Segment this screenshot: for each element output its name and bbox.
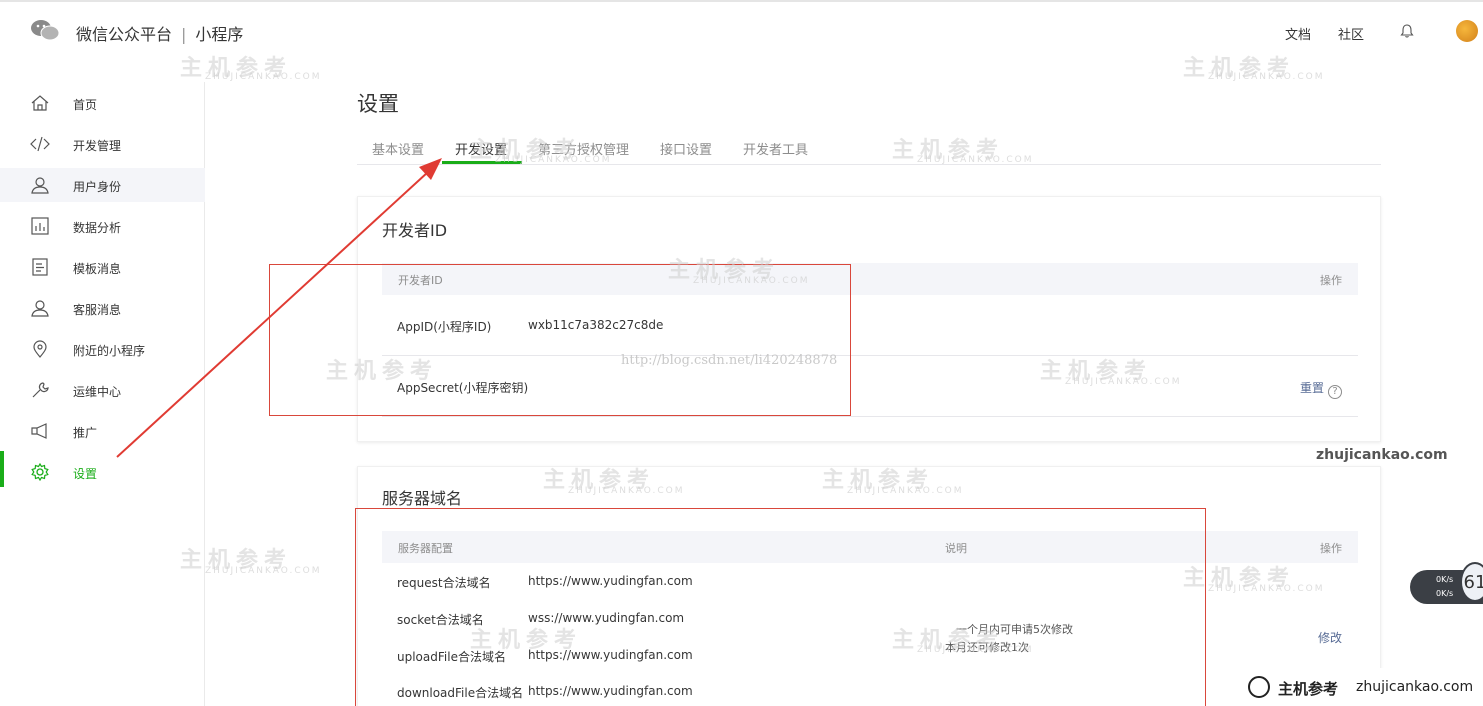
request-domain-label: request合法域名 (397, 576, 491, 590)
socket-domain-label: socket合法域名 (397, 613, 484, 627)
socket-domain-value: wss://www.yudingfan.com (528, 611, 685, 625)
code-icon (30, 136, 50, 152)
server-domain-title: 服务器域名 (382, 489, 463, 508)
sidebar-item-ops-center[interactable]: 运维中心 (0, 373, 205, 407)
sidebar-item-data-analysis[interactable]: 数据分析 (0, 209, 205, 243)
row-divider (382, 355, 1358, 356)
wechat-logo-icon[interactable] (30, 18, 60, 42)
sidebar-item-template-message[interactable]: 模板消息 (0, 250, 205, 284)
appid-value: wxb11c7a382c27c8de (528, 318, 664, 332)
column-header-action: 操作 (1320, 542, 1342, 555)
template-icon (32, 258, 48, 276)
developer-id-table-header: 开发者ID 操作 (382, 263, 1358, 295)
appsecret-label: AppSecret(小程序密钥) (397, 381, 529, 395)
url-watermark: http://blog.csdn.net/li420248878 (621, 353, 838, 368)
request-domain-value: https://www.yudingfan.com (528, 574, 693, 588)
sidebar-item-label: 设置 (73, 467, 98, 481)
settings-tabs: 基本设置 开发设置 第三方授权管理 接口设置 开发者工具 (357, 128, 1381, 165)
megaphone-icon (31, 423, 47, 439)
column-header-action: 操作 (1320, 274, 1342, 287)
help-icon[interactable]: ? (1328, 385, 1343, 399)
community-link[interactable]: 社区 (1338, 24, 1364, 43)
footer-brand: 主机参考 (1278, 680, 1339, 698)
sidebar-item-label: 模板消息 (73, 262, 122, 276)
upload-domain-label: uploadFile合法域名 (397, 650, 506, 664)
sidebar-item-nearby-miniprogram[interactable]: 附近的小程序 (0, 332, 205, 366)
platform-subtitle: 小程序 (195, 25, 244, 44)
sidebar-item-customer-service[interactable]: 客服消息 (0, 291, 205, 325)
sidebar-item-settings[interactable]: 设置 (0, 455, 205, 489)
sidebar-item-label: 开发管理 (73, 139, 122, 153)
bell-icon[interactable] (1400, 24, 1414, 38)
column-header-description: 说明 (945, 542, 967, 555)
speed-badge: 61 (1460, 562, 1483, 602)
brand-circle-icon (1248, 676, 1270, 698)
sidebar-item-promotion[interactable]: 推广 (0, 414, 205, 448)
tab-developer-tools[interactable]: 开发者工具 (743, 139, 808, 158)
sidebar-item-label: 附近的小程序 (73, 344, 146, 358)
gear-icon (31, 463, 49, 481)
tab-api-settings[interactable]: 接口设置 (660, 139, 712, 158)
page-title: 设置 (357, 92, 399, 116)
column-header-developer-id: 开发者ID (398, 274, 443, 287)
user-icon (31, 177, 49, 194)
appid-label: AppID(小程序ID) (397, 320, 492, 334)
active-tab-underline (442, 161, 522, 164)
sidebar-item-label: 数据分析 (73, 221, 122, 235)
server-domain-table-header: 服务器配置 说明 操作 (382, 531, 1358, 563)
sidebar-item-dev-management[interactable]: 开发管理 (0, 127, 205, 161)
footer-domain: zhujicankao.com (1356, 679, 1474, 695)
sidebar-item-label: 用户身份 (73, 180, 122, 194)
modify-quota-note: 一个月内可申请5次修改 (956, 623, 1073, 636)
sidebar-item-home[interactable]: 首页 (0, 86, 205, 120)
reset-label: 重置 (1300, 381, 1325, 395)
sidebar-item-label: 首页 (73, 98, 98, 112)
avatar[interactable] (1456, 20, 1478, 42)
sidebar-item-label: 运维中心 (73, 385, 122, 399)
wrench-icon (32, 382, 49, 398)
title-separator: | (181, 25, 187, 44)
modify-remaining-note: 本月还可修改1次 (945, 641, 1029, 654)
sidebar-item-label: 客服消息 (73, 303, 122, 317)
download-speed: 0K/s (1436, 589, 1454, 598)
server-domain-card: 服务器域名 服务器配置 说明 操作 request合法域名 https://ww… (357, 466, 1381, 706)
footer-watermark: 主机参考 zhujicankao.com (1238, 668, 1483, 706)
download-domain-label: downloadFile合法域名 (397, 686, 524, 700)
row-divider (382, 416, 1358, 417)
sidebar-item-label: 推广 (73, 426, 98, 440)
watermark-sub: ZHUJICANKAO.COM (205, 566, 322, 576)
developer-id-card: 开发者ID 开发者ID 操作 AppID(小程序ID) wxb11c7a382c… (357, 196, 1381, 442)
upload-speed: 0K/s (1436, 575, 1454, 584)
site-watermark: zhujicankao.com (1316, 447, 1448, 463)
reset-secret-link[interactable]: 重置? (1300, 379, 1343, 399)
upload-domain-value: https://www.yudingfan.com (528, 648, 693, 662)
watermark-sub: ZHUJICANKAO.COM (205, 72, 322, 82)
tab-basic-settings[interactable]: 基本设置 (372, 139, 424, 158)
support-icon (31, 300, 49, 317)
modify-domain-link[interactable]: 修改 (1318, 629, 1342, 646)
chart-icon (31, 217, 49, 235)
platform-name: 微信公众平台 (76, 25, 173, 44)
tab-third-party-auth[interactable]: 第三方授权管理 (538, 139, 629, 158)
column-header-server-config: 服务器配置 (398, 542, 453, 555)
location-icon (33, 340, 47, 358)
tab-dev-settings[interactable]: 开发设置 (455, 139, 507, 158)
download-domain-value: https://www.yudingfan.com (528, 684, 693, 698)
sidebar-item-user-identity[interactable]: 用户身份 (0, 168, 205, 202)
platform-title[interactable]: 微信公众平台 | 小程序 (76, 21, 243, 45)
active-nav-indicator (0, 451, 4, 487)
developer-id-title: 开发者ID (382, 221, 448, 240)
home-icon (31, 95, 49, 111)
watermark-sub: ZHUJICANKAO.COM (1208, 72, 1325, 82)
network-speed-widget[interactable]: 0K/s 0K/s 61 (1410, 562, 1483, 604)
sidebar: 首页 开发管理 用户身份 数据分析 模板消息 客服消息 附近的小程序 运维中心 … (0, 82, 205, 706)
docs-link[interactable]: 文档 (1285, 24, 1311, 43)
top-bar: 微信公众平台 | 小程序 文档 社区 (0, 0, 1483, 56)
